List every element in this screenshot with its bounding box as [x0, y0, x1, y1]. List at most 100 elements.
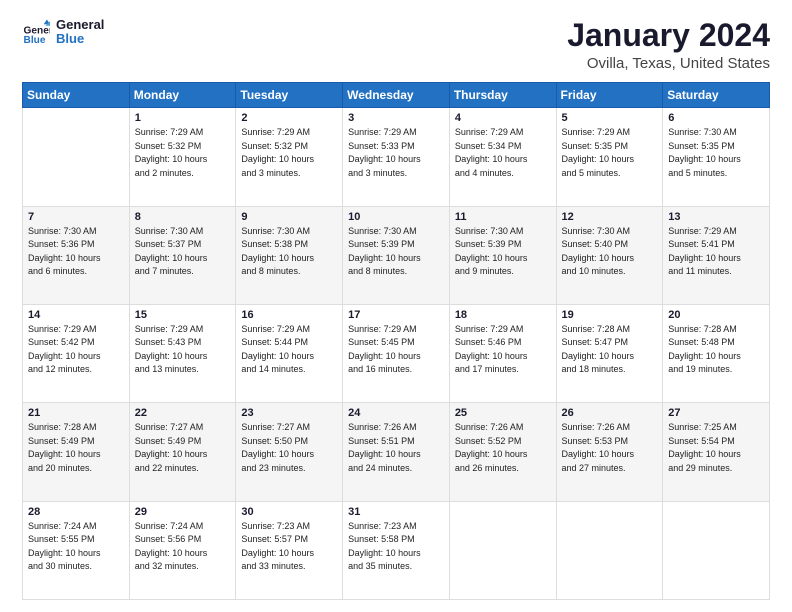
- day-number: 14: [28, 309, 124, 321]
- day-info: Sunrise: 7:30 AM Sunset: 5:35 PM Dayligh…: [668, 126, 764, 180]
- weekday-header: Thursday: [449, 83, 556, 108]
- calendar-cell: 31Sunrise: 7:23 AM Sunset: 5:58 PM Dayli…: [343, 501, 450, 599]
- calendar-cell: 10 Sunrise: 7:30 AM Sunset: 5:39 PM Dayli…: [343, 206, 450, 304]
- calendar-cell: [449, 501, 556, 599]
- day-info: Sunrise: 7:26 AM Sunset: 5:52 PM Dayligh…: [455, 421, 551, 475]
- day-info: Sunrise: 7:24 AM Sunset: 5:56 PM Dayligh…: [135, 520, 231, 574]
- day-number: 3: [348, 112, 444, 124]
- day-info: Sunrise: 7:29 AM Sunset: 5:45 PM Dayligh…: [348, 323, 444, 377]
- calendar-cell: 18Sunrise: 7:29 AM Sunset: 5:46 PM Dayli…: [449, 304, 556, 402]
- day-info: Sunrise: 7:25 AM Sunset: 5:54 PM Dayligh…: [668, 421, 764, 475]
- day-info: Sunrise: 7:29 AM Sunset: 5:44 PM Dayligh…: [241, 323, 337, 377]
- day-number: 17: [348, 309, 444, 321]
- calendar-cell: 20 Sunrise: 7:28 AM Sunset: 5:48 PM Dayli…: [663, 304, 770, 402]
- calendar-cell: 3 Sunrise: 7:29 AM Sunset: 5:33 PM Daylig…: [343, 108, 450, 206]
- day-info: Sunrise: 7:29 AM Sunset: 5:33 PM Dayligh…: [348, 126, 444, 180]
- calendar-cell: 9 Sunrise: 7:30 AM Sunset: 5:38 PM Daylig…: [236, 206, 343, 304]
- day-info: Sunrise: 7:29 AM Sunset: 5:43 PM Dayligh…: [135, 323, 231, 377]
- day-info: Sunrise: 7:29 AM Sunset: 5:34 PM Dayligh…: [455, 126, 551, 180]
- calendar-cell: 21Sunrise: 7:28 AM Sunset: 5:49 PM Dayli…: [23, 403, 130, 501]
- header: General Blue General Blue January 2024 O…: [22, 18, 770, 72]
- calendar-cell: [556, 501, 663, 599]
- day-number: 4: [455, 112, 551, 124]
- day-number: 26: [562, 407, 658, 419]
- day-info: Sunrise: 7:27 AM Sunset: 5:50 PM Dayligh…: [241, 421, 337, 475]
- day-number: 12: [562, 211, 658, 223]
- calendar-cell: 12 Sunrise: 7:30 AM Sunset: 5:40 PM Dayli…: [556, 206, 663, 304]
- calendar-cell: 15 Sunrise: 7:29 AM Sunset: 5:43 PM Dayli…: [129, 304, 236, 402]
- calendar-cell: 4 Sunrise: 7:29 AM Sunset: 5:34 PM Daylig…: [449, 108, 556, 206]
- day-info: Sunrise: 7:30 AM Sunset: 5:40 PM Dayligh…: [562, 225, 658, 279]
- weekday-header: Tuesday: [236, 83, 343, 108]
- day-info: Sunrise: 7:30 AM Sunset: 5:36 PM Dayligh…: [28, 225, 124, 279]
- title-block: January 2024 Ovilla, Texas, United State…: [567, 18, 770, 72]
- day-info: Sunrise: 7:29 AM Sunset: 5:32 PM Dayligh…: [135, 126, 231, 180]
- logo: General Blue General Blue: [22, 18, 104, 47]
- calendar-cell: 29 Sunrise: 7:24 AM Sunset: 5:56 PM Dayli…: [129, 501, 236, 599]
- calendar-cell: 26 Sunrise: 7:26 AM Sunset: 5:53 PM Dayli…: [556, 403, 663, 501]
- calendar-week-row: 1Sunrise: 7:29 AM Sunset: 5:32 PM Daylig…: [23, 108, 770, 206]
- calendar-cell: 6 Sunrise: 7:30 AM Sunset: 5:35 PM Daylig…: [663, 108, 770, 206]
- day-info: Sunrise: 7:27 AM Sunset: 5:49 PM Dayligh…: [135, 421, 231, 475]
- day-info: Sunrise: 7:30 AM Sunset: 5:37 PM Dayligh…: [135, 225, 231, 279]
- day-info: Sunrise: 7:30 AM Sunset: 5:39 PM Dayligh…: [348, 225, 444, 279]
- calendar-cell: 8 Sunrise: 7:30 AM Sunset: 5:37 PM Daylig…: [129, 206, 236, 304]
- calendar-cell: 14 Sunrise: 7:29 AM Sunset: 5:42 PM Dayli…: [23, 304, 130, 402]
- day-info: Sunrise: 7:28 AM Sunset: 5:47 PM Dayligh…: [562, 323, 658, 377]
- calendar-header-row: SundayMondayTuesdayWednesdayThursdayFrid…: [23, 83, 770, 108]
- day-info: Sunrise: 7:29 AM Sunset: 5:42 PM Dayligh…: [28, 323, 124, 377]
- location-subtitle: Ovilla, Texas, United States: [567, 55, 770, 72]
- calendar-cell: 5 Sunrise: 7:29 AM Sunset: 5:35 PM Daylig…: [556, 108, 663, 206]
- day-number: 29: [135, 506, 231, 518]
- calendar-cell: 7 Sunrise: 7:30 AM Sunset: 5:36 PM Daylig…: [23, 206, 130, 304]
- calendar-cell: 22Sunrise: 7:27 AM Sunset: 5:49 PM Dayli…: [129, 403, 236, 501]
- calendar-cell: 28 Sunrise: 7:24 AM Sunset: 5:55 PM Dayli…: [23, 501, 130, 599]
- day-info: Sunrise: 7:24 AM Sunset: 5:55 PM Dayligh…: [28, 520, 124, 574]
- day-number: 15: [135, 309, 231, 321]
- day-number: 16: [241, 309, 337, 321]
- day-number: 8: [135, 211, 231, 223]
- day-number: 19: [562, 309, 658, 321]
- day-number: 13: [668, 211, 764, 223]
- calendar-cell: 2Sunrise: 7:29 AM Sunset: 5:32 PM Daylig…: [236, 108, 343, 206]
- day-info: Sunrise: 7:28 AM Sunset: 5:49 PM Dayligh…: [28, 421, 124, 475]
- calendar-week-row: 28 Sunrise: 7:24 AM Sunset: 5:55 PM Dayli…: [23, 501, 770, 599]
- day-number: 2: [241, 112, 337, 124]
- main-title: January 2024: [567, 18, 770, 53]
- calendar-cell: 25 Sunrise: 7:26 AM Sunset: 5:52 PM Dayli…: [449, 403, 556, 501]
- weekday-header: Saturday: [663, 83, 770, 108]
- calendar-cell: [663, 501, 770, 599]
- day-number: 11: [455, 211, 551, 223]
- calendar-cell: 27 Sunrise: 7:25 AM Sunset: 5:54 PM Dayli…: [663, 403, 770, 501]
- calendar-week-row: 7 Sunrise: 7:30 AM Sunset: 5:36 PM Daylig…: [23, 206, 770, 304]
- day-number: 24: [348, 407, 444, 419]
- day-info: Sunrise: 7:26 AM Sunset: 5:53 PM Dayligh…: [562, 421, 658, 475]
- day-number: 9: [241, 211, 337, 223]
- day-number: 31: [348, 506, 444, 518]
- day-info: Sunrise: 7:29 AM Sunset: 5:46 PM Dayligh…: [455, 323, 551, 377]
- day-info: Sunrise: 7:30 AM Sunset: 5:39 PM Dayligh…: [455, 225, 551, 279]
- day-info: Sunrise: 7:29 AM Sunset: 5:35 PM Dayligh…: [562, 126, 658, 180]
- day-number: 30: [241, 506, 337, 518]
- calendar-page: General Blue General Blue January 2024 O…: [0, 0, 792, 612]
- day-number: 28: [28, 506, 124, 518]
- day-number: 10: [348, 211, 444, 223]
- day-number: 7: [28, 211, 124, 223]
- weekday-header: Monday: [129, 83, 236, 108]
- day-number: 20: [668, 309, 764, 321]
- day-number: 6: [668, 112, 764, 124]
- day-info: Sunrise: 7:30 AM Sunset: 5:38 PM Dayligh…: [241, 225, 337, 279]
- day-info: Sunrise: 7:23 AM Sunset: 5:57 PM Dayligh…: [241, 520, 337, 574]
- day-info: Sunrise: 7:28 AM Sunset: 5:48 PM Dayligh…: [668, 323, 764, 377]
- logo-line2: Blue: [56, 32, 104, 46]
- calendar-cell: [23, 108, 130, 206]
- calendar-cell: 16 Sunrise: 7:29 AM Sunset: 5:44 PM Dayli…: [236, 304, 343, 402]
- day-number: 25: [455, 407, 551, 419]
- day-number: 27: [668, 407, 764, 419]
- logo-icon: General Blue: [22, 18, 50, 46]
- calendar-week-row: 21Sunrise: 7:28 AM Sunset: 5:49 PM Dayli…: [23, 403, 770, 501]
- day-number: 23: [241, 407, 337, 419]
- calendar-cell: 11 Sunrise: 7:30 AM Sunset: 5:39 PM Dayli…: [449, 206, 556, 304]
- day-number: 5: [562, 112, 658, 124]
- day-info: Sunrise: 7:29 AM Sunset: 5:41 PM Dayligh…: [668, 225, 764, 279]
